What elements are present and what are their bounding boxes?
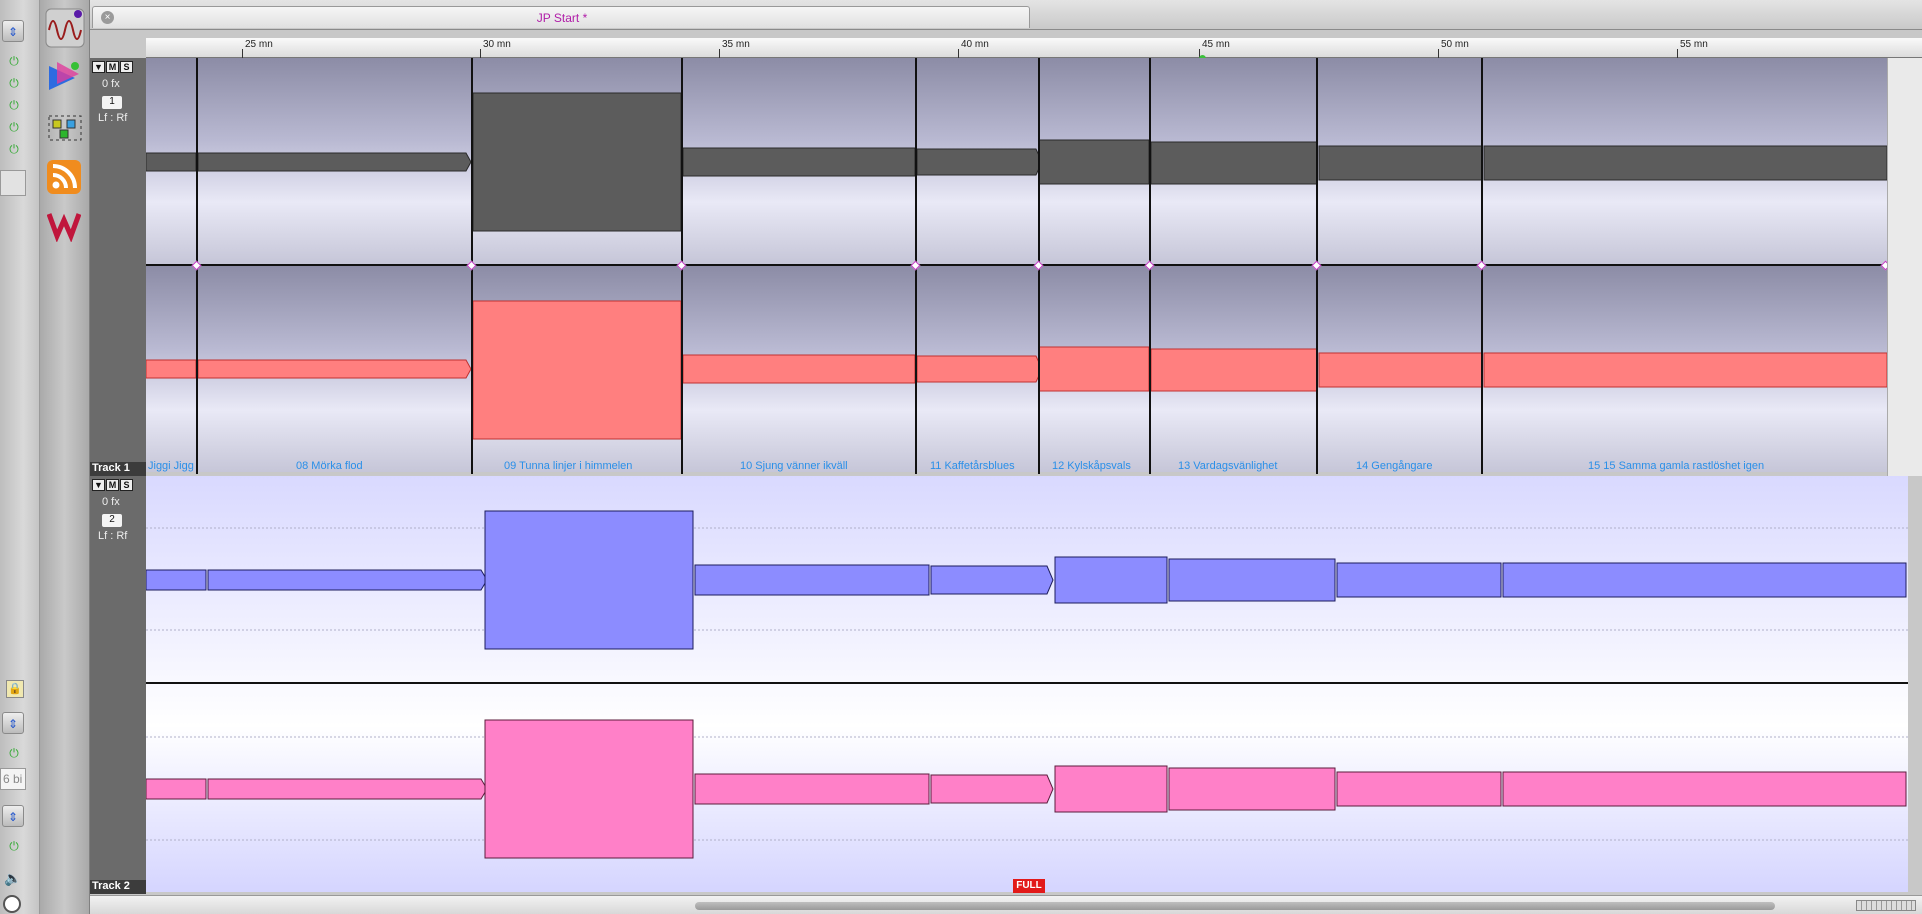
power-icon[interactable]: ⏻ (6, 119, 22, 135)
tool-strip (40, 0, 90, 914)
track-name: Track 1 (90, 462, 146, 476)
value-field[interactable]: 6 bi (0, 768, 26, 790)
power-icon[interactable]: ⏻ (6, 53, 22, 69)
clip-name[interactable]: 14 Gengångare (1356, 460, 1432, 472)
close-icon[interactable]: × (101, 11, 114, 24)
speaker-icon[interactable]: 🔈 (2, 870, 24, 890)
mute-button[interactable]: M (106, 61, 119, 73)
left-panel: ⇕ ⏻ ⏻ ⏻ ⏻ ⏻ 🔒 ⇕ ⏻ 6 bi ⇕ ⏻ 🔈 (0, 0, 40, 914)
ruler-label: 25 mn (245, 39, 273, 50)
effects-icon[interactable] (45, 60, 85, 96)
track-menu-icon[interactable]: ▼ (92, 61, 105, 73)
ruler-tick (958, 49, 959, 58)
track-1-lane[interactable]: Jiggi Jigg 08 Mörka flod 09 Tunna linjer… (146, 58, 1887, 474)
document-tab[interactable]: JP Start * × (92, 6, 1030, 28)
clip-name[interactable]: 08 Mörka flod (296, 460, 363, 472)
window-title: JP Start * (536, 11, 588, 25)
fx-count[interactable]: 0 fx (102, 78, 120, 90)
ruler-label: 55 mn (1680, 39, 1708, 50)
waveform-icon[interactable] (45, 8, 85, 48)
wavelab-icon[interactable] (47, 208, 81, 242)
solo-button[interactable]: S (120, 61, 133, 73)
time-ruler[interactable]: 25 mn 30 mn 35 mn 40 mn 45 mn 50 mn 55 m… (146, 38, 1922, 58)
track-2-lane[interactable] (146, 476, 1908, 892)
power-icon[interactable]: ⏻ (6, 745, 22, 761)
channel-routing[interactable]: Lf : Rf (98, 112, 127, 124)
solo-button[interactable]: S (120, 479, 133, 491)
clip-name[interactable]: Jiggi Jigg (148, 460, 194, 472)
track-menu-icon[interactable]: ▼ (92, 479, 105, 491)
vertical-scroll-area[interactable] (1887, 58, 1922, 476)
clip-name[interactable]: 15 15 Samma gamla rastlöshet igen (1588, 460, 1764, 472)
waveform-envelope (146, 510, 1908, 859)
ruler-tick (1677, 49, 1678, 58)
ruler-label: 35 mn (722, 39, 750, 50)
chevron-updown-icon[interactable]: ⇕ (2, 20, 24, 42)
clip-name[interactable]: 10 Sjung vänner ikväll (740, 460, 848, 472)
chevron-updown-icon[interactable]: ⇕ (2, 712, 24, 734)
empty-slot[interactable] (0, 170, 26, 196)
ruler-label: 45 mn (1202, 39, 1230, 50)
ruler-tick (480, 49, 481, 58)
clock-icon[interactable] (3, 895, 21, 913)
ruler-tick (242, 49, 243, 58)
zoom-controls[interactable] (1856, 900, 1916, 911)
clip-name[interactable]: 12 Kylskåpsvals (1052, 460, 1131, 472)
lock-icon[interactable]: 🔒 (6, 680, 24, 698)
waveform-envelope (146, 92, 1887, 440)
ruler-tick (719, 49, 720, 58)
ruler-label: 30 mn (483, 39, 511, 50)
power-icon[interactable]: ⏻ (6, 75, 22, 91)
fx-count[interactable]: 0 fx (102, 496, 120, 508)
track-name: Track 2 (90, 880, 146, 894)
chevron-updown-icon[interactable]: ⇕ (2, 805, 24, 827)
power-icon[interactable]: ⏻ (6, 141, 22, 157)
track-number: 2 (102, 514, 122, 527)
clip-name[interactable]: 13 Vardagsvänlighet (1178, 460, 1277, 472)
full-indicator: FULL (1013, 879, 1045, 893)
ruler-label: 50 mn (1441, 39, 1469, 50)
rss-icon[interactable] (47, 160, 81, 194)
track-number: 1 (102, 96, 122, 109)
scrollbar-thumb[interactable] (695, 902, 1775, 910)
clip-name[interactable]: 09 Tunna linjer i himmelen (504, 460, 632, 472)
ruler-tick (1438, 49, 1439, 58)
power-icon[interactable]: ⏻ (6, 97, 22, 113)
power-icon[interactable]: ⏻ (6, 838, 22, 854)
mute-button[interactable]: M (106, 479, 119, 491)
clip-name[interactable]: 11 Kaffetårsblues (930, 460, 1015, 472)
ruler-label: 40 mn (961, 39, 989, 50)
channel-routing[interactable]: Lf : Rf (98, 530, 127, 542)
track-header[interactable]: ▼ M S 0 fx 1 Lf : Rf Track 1 (90, 58, 146, 476)
track-header[interactable]: ▼ M S 0 fx 2 Lf : Rf Track 2 (90, 476, 146, 894)
horizontal-scrollbar[interactable] (90, 895, 1922, 914)
plugin-icon[interactable] (45, 112, 85, 144)
